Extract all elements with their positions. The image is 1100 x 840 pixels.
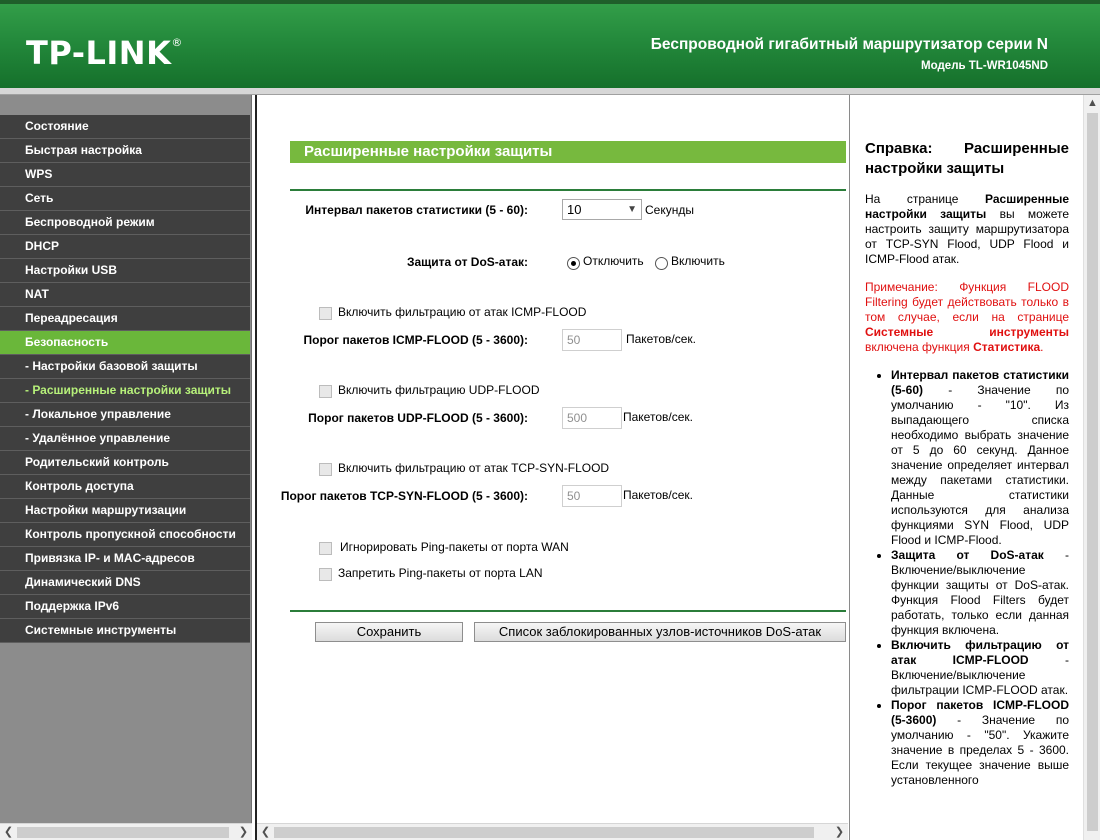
logo-text: TP-LINK <box>26 34 172 72</box>
tp-link-logo: TP-LINK® <box>26 34 183 72</box>
icmp-threshold-input[interactable]: 50 <box>562 329 622 351</box>
udp-flood-enable-label: Включить фильтрацию UDP-FLOOD <box>338 383 540 397</box>
scroll-up-icon[interactable]: ▲ <box>1084 95 1100 112</box>
divider-bottom <box>290 610 846 612</box>
menu-item-usb-settings[interactable]: Настройки USB <box>0 259 250 283</box>
help-vertical-scrollbar[interactable]: ▲ <box>1083 95 1100 840</box>
menu-item-basic-security[interactable]: - Настройки базовой защиты <box>0 355 250 379</box>
scroll-thumb[interactable] <box>17 827 229 838</box>
menu-item-local-management[interactable]: - Локальное управление <box>0 403 250 427</box>
menu-item-bandwidth-control[interactable]: Контроль пропускной способности <box>0 523 250 547</box>
help-list-item: Защита от DoS-атак - Включение/выключени… <box>891 548 1069 638</box>
help-intro-text: На странице <box>865 192 985 206</box>
help-list: Интервал пакетов статистики (5-60) - Зна… <box>891 368 1069 788</box>
menu-item-ddns[interactable]: Динамический DNS <box>0 571 250 595</box>
header-divider <box>0 88 1100 95</box>
udp-threshold-input[interactable]: 500 <box>562 407 622 429</box>
udp-threshold-unit: Пакетов/сек. <box>623 410 693 424</box>
udp-threshold-label: Порог пакетов UDP-FLOOD (5 - 3600): <box>308 411 528 425</box>
forbid-lan-ping-label: Запретить Ping-пакеты от порта LAN <box>338 566 543 580</box>
product-title: Беспроводной гигабитный маршрутизатор се… <box>650 36 1048 53</box>
dos-protection-label: Защита от DoS-атак: <box>406 255 528 269</box>
tcp-syn-flood-checkbox[interactable] <box>319 463 332 476</box>
menu-item-wireless[interactable]: Беспроводной режим <box>0 211 250 235</box>
tcp-syn-threshold-label: Порог пакетов TCP-SYN-FLOOD (5 - 3600): <box>280 489 528 503</box>
help-list-item: Включить фильтрацию от атак ICMP-FLOOD -… <box>891 638 1069 698</box>
help-note-end: . <box>1040 340 1044 354</box>
menu-item-quick-setup[interactable]: Быстрая настройка <box>0 139 250 163</box>
stat-interval-select[interactable]: 10 ▼ <box>562 199 642 220</box>
menu-item-remote-management[interactable]: - Удалённое управление <box>0 427 250 451</box>
icmp-threshold-unit: Пакетов/сек. <box>626 332 696 346</box>
sidebar-menu: Состояние Быстрая настройка WPS Сеть Бес… <box>0 95 252 840</box>
scroll-thumb[interactable] <box>274 827 814 838</box>
save-button[interactable]: Сохранить <box>315 622 463 642</box>
menu-item-forwarding[interactable]: Переадресация <box>0 307 250 331</box>
scroll-left-icon[interactable]: ❮ <box>257 824 274 840</box>
menu-item-routing[interactable]: Настройки маршрутизации <box>0 499 250 523</box>
divider-top <box>290 189 846 191</box>
menu-item-status[interactable]: Состояние <box>0 115 250 139</box>
help-note-text: Примечание: Функция FLOOD Filtering буде… <box>865 280 1069 324</box>
tcp-syn-threshold-unit: Пакетов/сек. <box>623 488 693 502</box>
tcp-syn-flood-enable-label: Включить фильтрацию от атак TCP-SYN-FLOO… <box>338 461 610 475</box>
registered-mark: ® <box>171 36 183 49</box>
ignore-wan-ping-checkbox[interactable] <box>319 542 332 555</box>
help-note-bold-2: Статистика <box>973 340 1041 354</box>
menu-item-access-control[interactable]: Контроль доступа <box>0 475 250 499</box>
menu-item-dhcp[interactable]: DHCP <box>0 235 250 259</box>
main-content: Расширенные настройки защиты Интервал па… <box>255 95 848 840</box>
help-note-bold: Системные инструменты <box>865 325 1069 339</box>
menu-item-parental-control[interactable]: Родительский контроль <box>0 451 250 475</box>
icmp-threshold-label: Порог пакетов ICMP-FLOOD (5 - 3600): <box>303 333 529 347</box>
ignore-wan-ping-label: Игнорировать Ping-пакеты от порта WAN <box>340 540 569 554</box>
menu-item-advanced-security[interactable]: - Расширенные настройки защиты <box>0 379 250 403</box>
stat-interval-value: 10 <box>567 202 582 217</box>
forbid-lan-ping-checkbox[interactable] <box>319 568 332 581</box>
scroll-right-icon[interactable]: ❯ <box>831 824 848 840</box>
help-item-term: Защита от DoS-атак <box>891 548 1044 562</box>
header-banner: TP-LINK® Беспроводной гигабитный маршрут… <box>0 0 1100 88</box>
model-label: Модель TL-WR1045ND <box>921 60 1048 72</box>
tcp-syn-threshold-input[interactable]: 50 <box>562 485 622 507</box>
chevron-down-icon: ▼ <box>627 204 637 215</box>
icmp-flood-checkbox[interactable] <box>319 307 332 320</box>
menu-item-nat[interactable]: NAT <box>0 283 250 307</box>
scroll-left-icon[interactable]: ❮ <box>0 824 17 840</box>
help-item-text: - Значение по умолчанию - "10". Из выпад… <box>891 383 1069 547</box>
help-note-text-2: включена функция <box>865 340 974 354</box>
scroll-right-icon[interactable]: ❯ <box>235 824 252 840</box>
help-intro: На странице Расширенные настройки защиты… <box>865 192 1069 267</box>
menu-item-ip-mac-binding[interactable]: Привязка IP- и MAC-адресов <box>0 547 250 571</box>
help-title: Справка: Расширенные настройки защиты <box>865 140 1069 177</box>
menu-item-network[interactable]: Сеть <box>0 187 250 211</box>
stat-interval-label: Интервал пакетов статистики (5 - 60): <box>305 203 528 217</box>
dos-off-radio[interactable] <box>567 257 580 270</box>
stat-interval-unit: Секунды <box>645 203 694 217</box>
dos-off-label: Отключить <box>583 254 644 268</box>
help-content: Справка: Расширенные настройки защиты На… <box>865 139 1069 788</box>
menu-top-spacer <box>0 95 251 115</box>
dos-on-radio[interactable] <box>655 257 668 270</box>
help-list-item: Интервал пакетов статистики (5-60) - Зна… <box>891 368 1069 548</box>
header-top-stripe <box>0 0 1100 4</box>
menu-item-system-tools[interactable]: Системные инструменты <box>0 619 250 643</box>
page-title: Расширенные настройки защиты <box>290 141 846 163</box>
icmp-flood-enable-label: Включить фильтрацию от атак ICMP-FLOOD <box>338 305 587 319</box>
menu-item-security[interactable]: Безопасность <box>0 331 250 355</box>
menu-item-ipv6[interactable]: Поддержка IPv6 <box>0 595 250 619</box>
dos-on-label: Включить <box>671 254 725 268</box>
help-panel: Справка: Расширенные настройки защиты На… <box>849 95 1100 840</box>
main-horizontal-scrollbar[interactable]: ❮ ❯ <box>257 823 848 840</box>
blocked-dos-hosts-button[interactable]: Список заблокированных узлов-источников … <box>474 622 846 642</box>
menu-horizontal-scrollbar[interactable]: ❮ ❯ <box>0 823 252 840</box>
scroll-thumb[interactable] <box>1087 113 1098 831</box>
udp-flood-checkbox[interactable] <box>319 385 332 398</box>
help-list-item: Порог пакетов ICMP-FLOOD (5-3600) - Знач… <box>891 698 1069 788</box>
menu-item-wps[interactable]: WPS <box>0 163 250 187</box>
help-note: Примечание: Функция FLOOD Filtering буде… <box>865 280 1069 355</box>
